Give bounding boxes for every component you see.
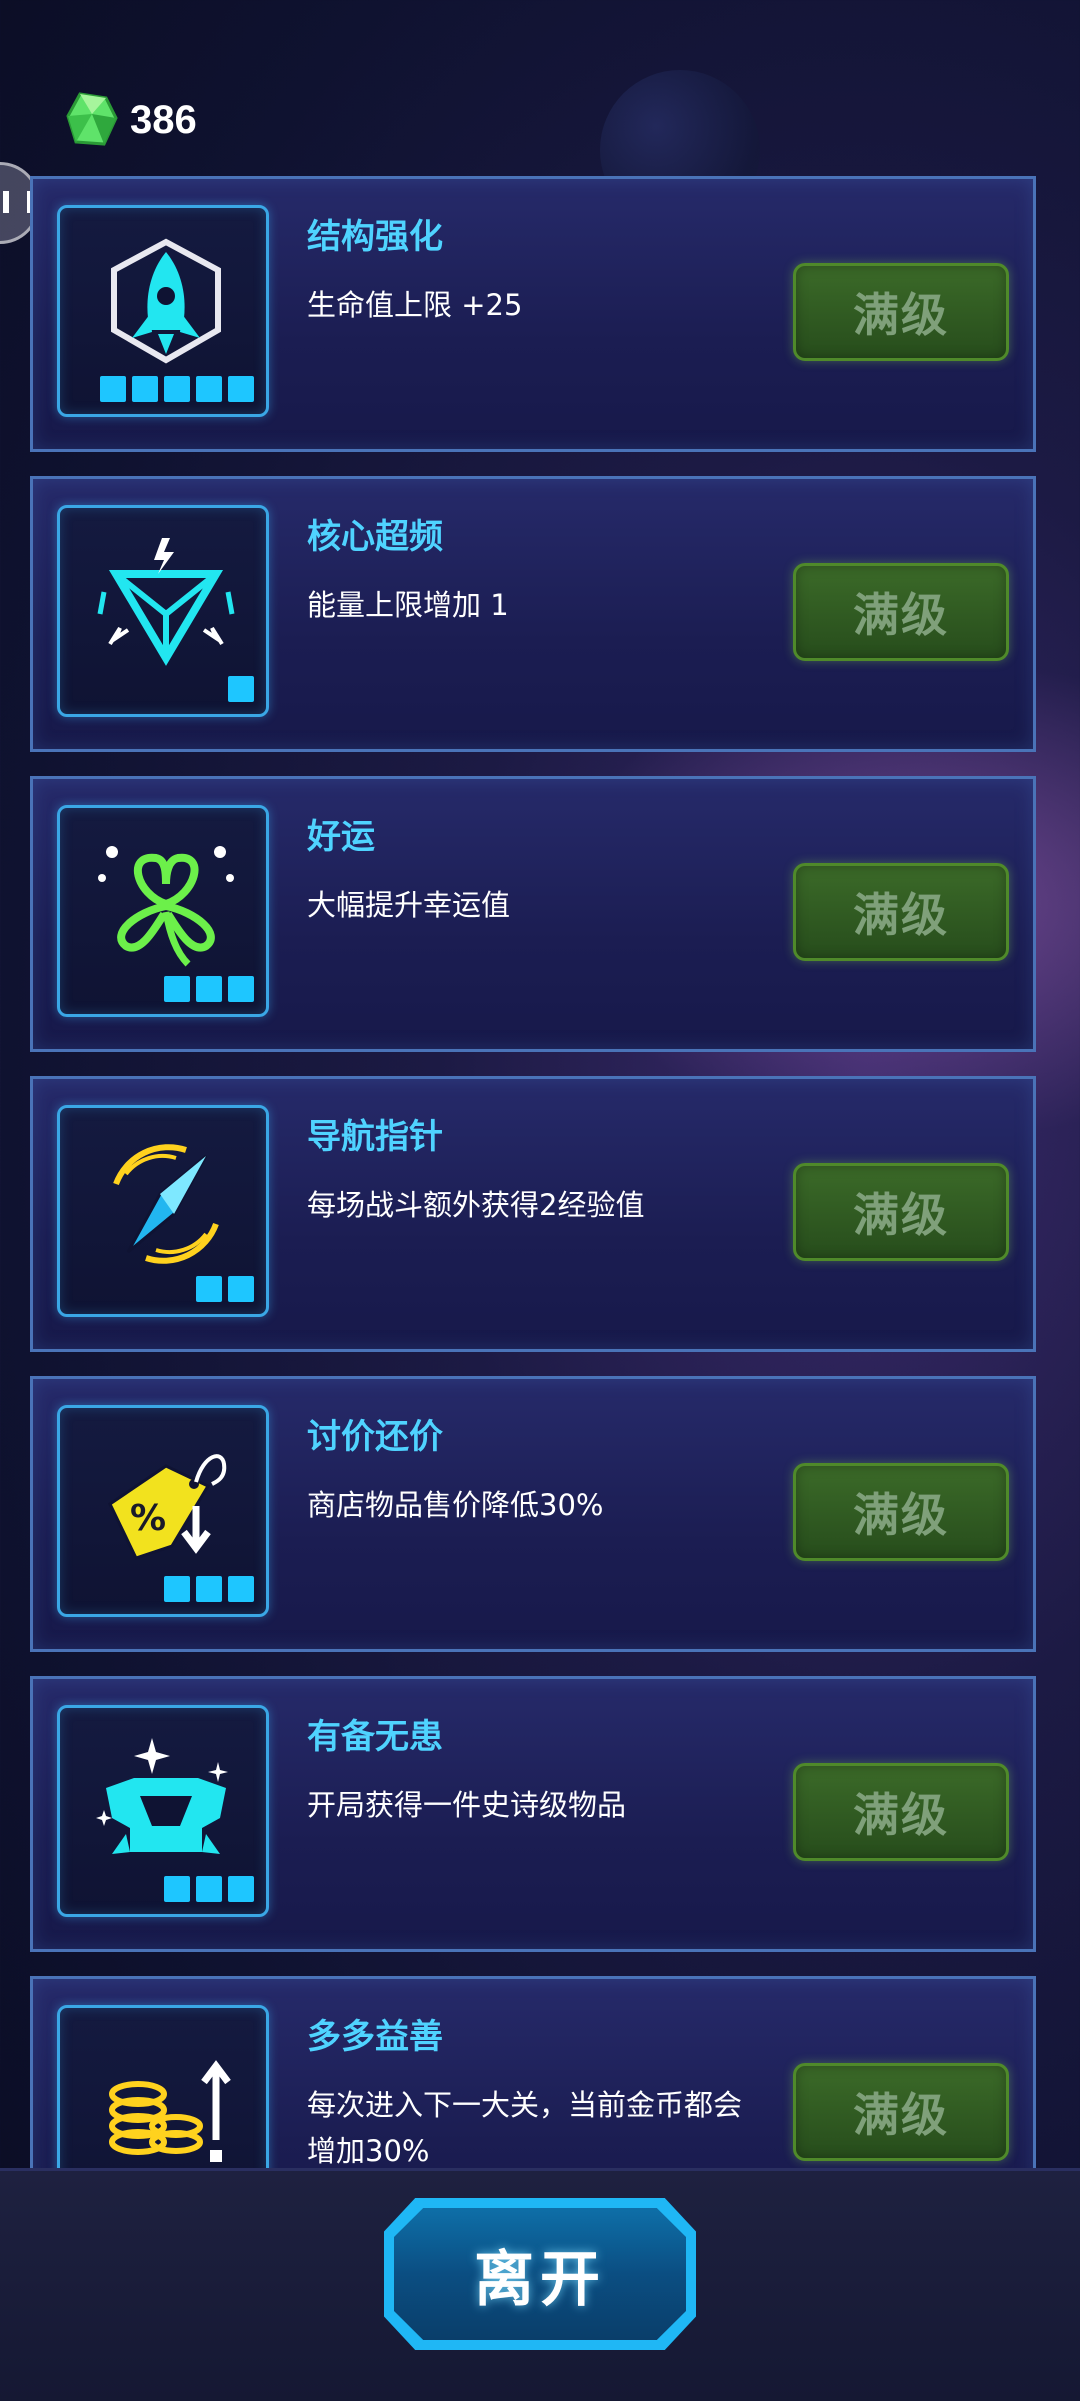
level-pips — [164, 1876, 254, 1902]
upgrade-title: 有备无患 — [307, 1717, 443, 1757]
currency-display: 386 — [66, 92, 197, 148]
max-level-button[interactable]: 满级 — [793, 1763, 1009, 1861]
level-pip — [228, 976, 254, 1002]
upgrade-card: 多多益善 每次进入下一大关，当前金币都会增加30% 满级 — [30, 1976, 1036, 2170]
level-pip — [196, 976, 222, 1002]
discount-tag-icon: % — [108, 1454, 227, 1560]
upgrade-card: 结构强化 生命值上限 +25 满级 — [30, 176, 1036, 452]
exit-label: 离开 — [474, 2244, 606, 2315]
level-pips — [196, 1276, 254, 1302]
level-pip — [132, 376, 158, 402]
lightning-triangle-icon — [97, 538, 235, 666]
level-pip — [228, 1876, 254, 1902]
upgrade-icon-frame — [57, 805, 269, 1017]
level-pip — [196, 1876, 222, 1902]
upgrade-icon-frame — [57, 505, 269, 717]
level-pips — [164, 976, 254, 1002]
level-pips — [100, 376, 254, 402]
upgrade-title: 结构强化 — [307, 217, 443, 257]
upgrade-title: 核心超频 — [307, 517, 443, 557]
upgrade-icon-frame — [57, 2005, 269, 2170]
upgrade-title: 好运 — [307, 817, 375, 857]
level-pip — [196, 1576, 222, 1602]
max-level-button[interactable]: 满级 — [793, 2063, 1009, 2161]
upgrade-list[interactable]: 结构强化 生命值上限 +25 满级 核心超频 能量上限增加 1 满级 好运 大幅… — [30, 176, 1036, 2170]
level-pip — [196, 1276, 222, 1302]
upgrade-description: 每次进入下一大关，当前金币都会增加30% — [307, 2088, 743, 2168]
upgrade-icon-frame — [57, 1105, 269, 1317]
max-level-button[interactable]: 满级 — [793, 1463, 1009, 1561]
compass-needle-icon — [113, 1144, 219, 1264]
level-pip — [228, 676, 254, 702]
level-pip — [164, 376, 190, 402]
upgrade-card: 核心超频 能量上限增加 1 满级 — [30, 476, 1036, 752]
max-level-button[interactable]: 满级 — [793, 1163, 1009, 1261]
upgrade-title: 讨价还价 — [307, 1417, 443, 1457]
upgrade-icon-frame — [57, 205, 269, 417]
exit-button[interactable]: 离开 — [394, 2208, 686, 2340]
upgrade-description: 商店物品售价降低30% — [307, 1488, 604, 1522]
level-pip — [164, 1876, 190, 1902]
max-level-button[interactable]: 满级 — [793, 863, 1009, 961]
upgrade-icon-frame: % — [57, 1405, 269, 1617]
max-level-button[interactable]: 满级 — [793, 263, 1009, 361]
level-pips — [228, 676, 254, 702]
upgrade-card: % 讨价还价 商店物品售价降低30% 满级 — [30, 1376, 1036, 1652]
upgrade-description: 能量上限增加 1 — [307, 588, 509, 622]
level-pip — [164, 1576, 190, 1602]
level-pip — [100, 376, 126, 402]
upgrade-description: 大幅提升幸运值 — [307, 888, 511, 922]
upgrade-title: 导航指针 — [307, 1117, 443, 1157]
coins-up-icon — [109, 2060, 231, 2162]
upgrade-card: 好运 大幅提升幸运值 满级 — [30, 776, 1036, 1052]
clover-icon — [98, 846, 234, 967]
upgrade-card: 有备无患 开局获得一件史诗级物品 满级 — [30, 1676, 1036, 1952]
sparkling-armor-icon — [96, 1738, 228, 1854]
upgrade-description: 生命值上限 +25 — [307, 288, 523, 322]
upgrade-description: 开局获得一件史诗级物品 — [307, 1788, 627, 1822]
gem-count: 386 — [130, 97, 197, 142]
upgrade-description: 每场战斗额外获得2经验值 — [307, 1188, 645, 1222]
rocket-shield-icon — [111, 238, 221, 364]
max-level-button[interactable]: 满级 — [793, 563, 1009, 661]
level-pip — [196, 376, 222, 402]
level-pip — [228, 1576, 254, 1602]
level-pips — [164, 1576, 254, 1602]
level-pip — [228, 1276, 254, 1302]
green-gem-icon — [66, 92, 118, 146]
upgrade-icon-frame — [57, 1705, 269, 1917]
upgrade-card: 导航指针 每场战斗额外获得2经验值 满级 — [30, 1076, 1036, 1352]
upgrade-title: 多多益善 — [307, 2017, 443, 2057]
level-pip — [164, 976, 190, 1002]
svg-text:%: % — [130, 1498, 166, 1539]
level-pip — [228, 376, 254, 402]
